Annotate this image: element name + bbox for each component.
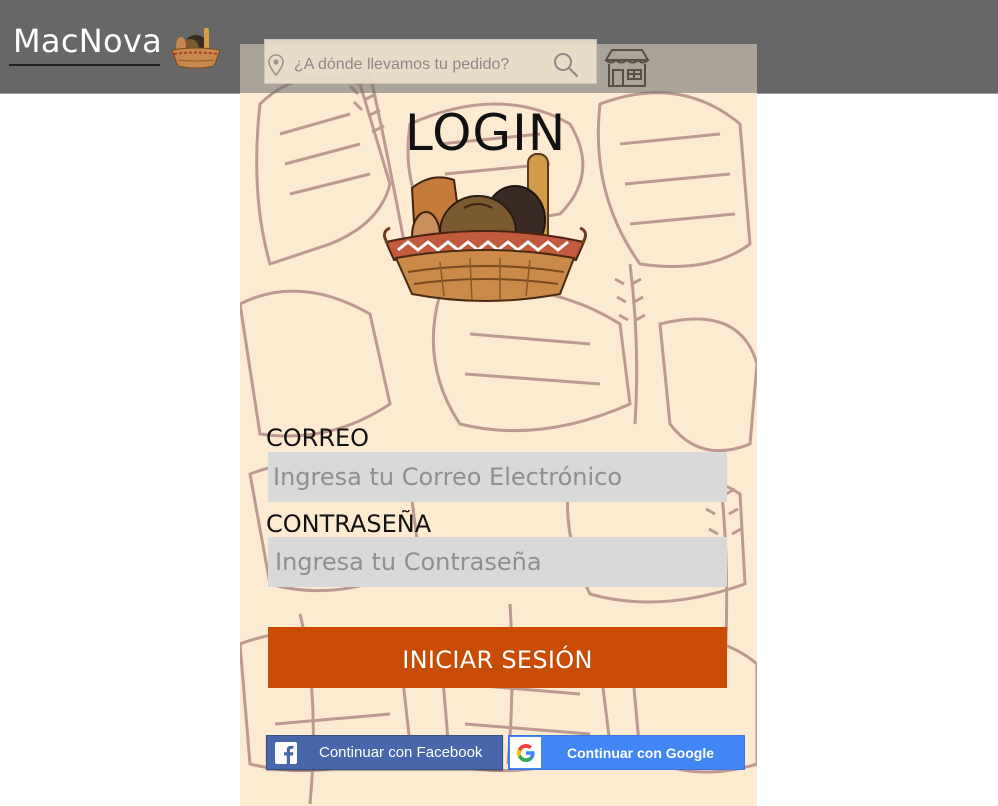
store-icon[interactable] <box>602 46 652 88</box>
password-label: CONTRASEÑA <box>266 510 432 538</box>
location-pin-icon <box>268 54 284 76</box>
facebook-login-label: Continuar con Facebook <box>319 744 483 761</box>
bread-basket-icon <box>383 153 587 302</box>
brand-name[interactable]: MacNova <box>13 22 162 60</box>
brand-underline <box>9 64 160 66</box>
facebook-icon <box>275 741 297 764</box>
bread-basket-icon[interactable] <box>168 24 224 70</box>
delivery-address-input[interactable] <box>294 52 544 78</box>
facebook-login-button[interactable]: Continuar con Facebook <box>266 735 503 770</box>
email-field[interactable] <box>268 452 727 502</box>
email-label: CORREO <box>266 424 370 452</box>
google-login-label: Continuar con Google <box>567 744 714 761</box>
password-field[interactable] <box>268 537 727 587</box>
google-icon <box>516 743 535 762</box>
google-icon-box <box>510 737 541 768</box>
login-button[interactable]: INICIAR SESIÓN <box>268 627 727 688</box>
search-icon[interactable] <box>551 50 581 80</box>
google-login-button[interactable]: Continuar con Google <box>508 735 745 770</box>
